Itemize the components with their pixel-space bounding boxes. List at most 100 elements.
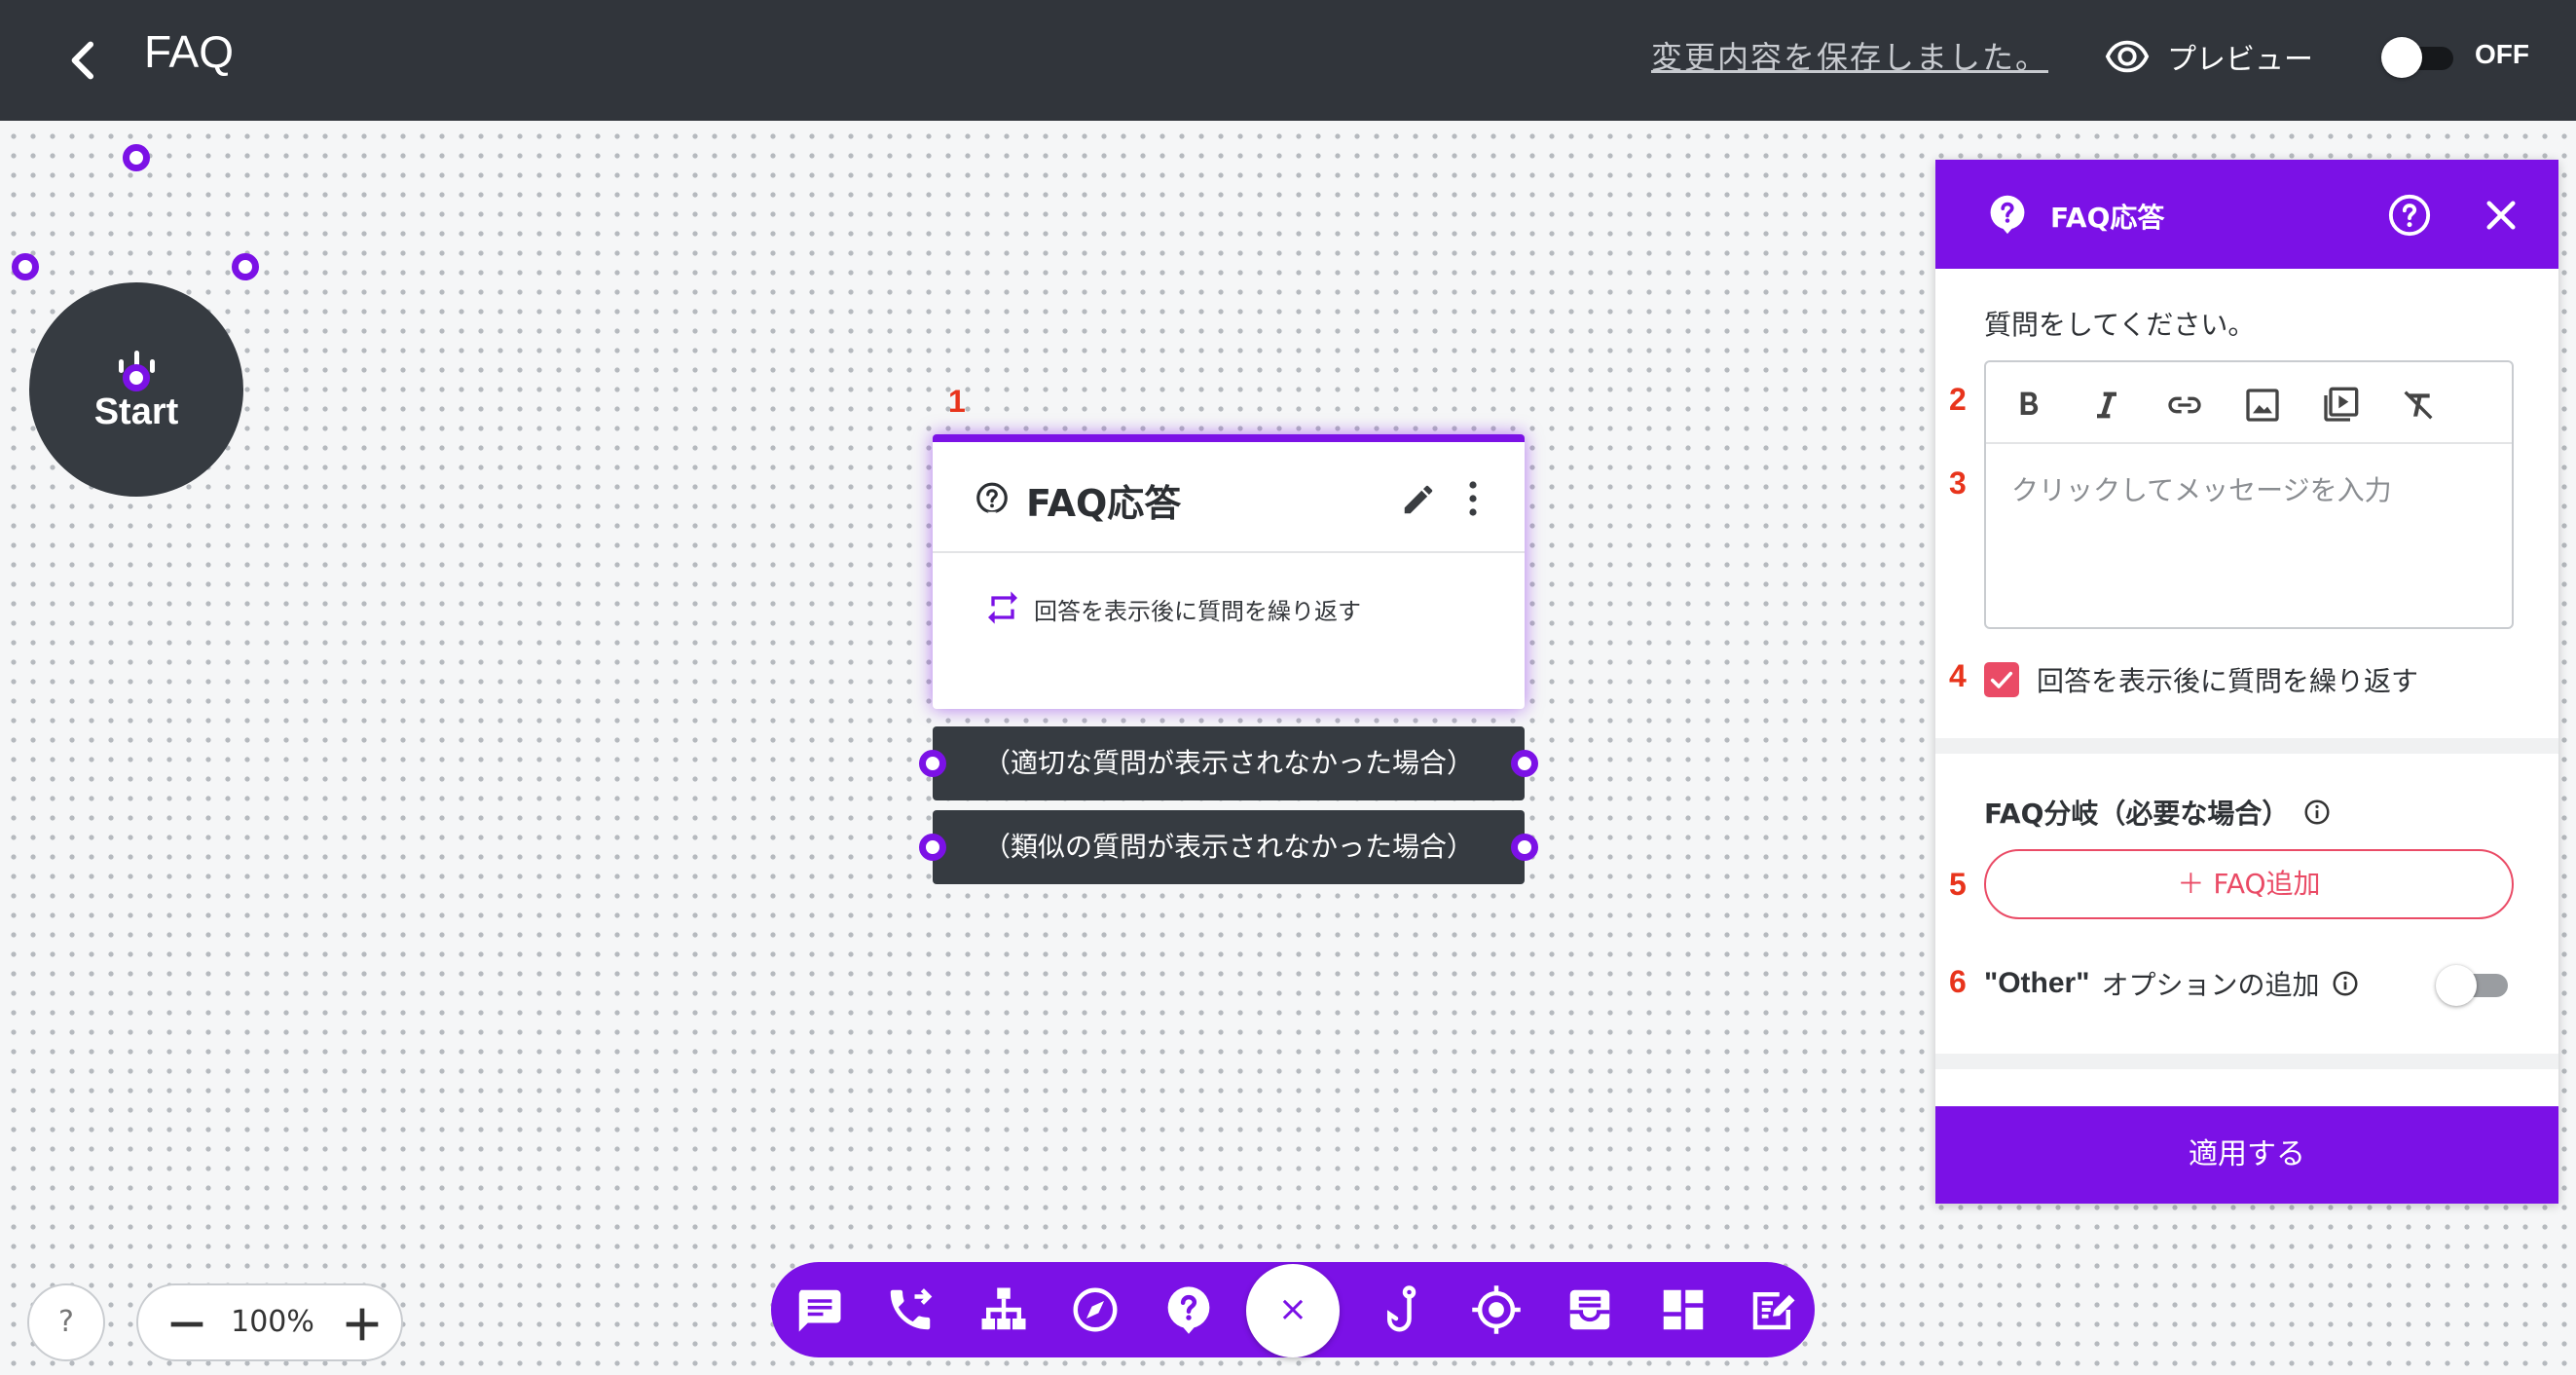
other-option-toggle[interactable] <box>2436 964 2510 1007</box>
hook-icon <box>1387 1285 1417 1332</box>
save-status-link[interactable]: 変更内容を保存しました。 <box>1651 33 2048 78</box>
inbox-icon <box>1569 1289 1610 1330</box>
repeat-question-label: 回答を表示後に質問を繰り返す <box>2037 665 2419 697</box>
faq-icon <box>1167 1286 1210 1334</box>
video-library-icon <box>2324 387 2359 422</box>
top-bar: FAQ 変更内容を保存しました。 プレビュー OFF <box>0 0 2576 121</box>
italic-icon <box>2097 391 2116 419</box>
italic-button[interactable] <box>2087 386 2126 425</box>
preview-label: プレビュー <box>2167 43 2313 77</box>
start-port-top[interactable] <box>123 144 150 171</box>
dashboard-icon <box>1663 1289 1704 1330</box>
dashboard-node-button[interactable] <box>1657 1283 1710 1336</box>
branch1-port-right[interactable] <box>1511 750 1538 777</box>
repeat-question-checkbox-row[interactable]: 回答を表示後に質問を繰り返す <box>1984 658 2418 701</box>
help-button[interactable]: ? <box>27 1283 105 1361</box>
form-edit-icon <box>1752 1292 1795 1330</box>
faq-node[interactable]: FAQ応答 回答を表示後に質問を繰り返す <box>933 434 1525 709</box>
faq-settings-panel: FAQ応答 質問をしてください。 2 3 クリックしてメッセージを入力 4 回答… <box>1935 160 2558 1204</box>
repeat-question-checkbox[interactable] <box>1984 662 2019 697</box>
message-icon <box>798 1289 841 1332</box>
info-icon[interactable] <box>2302 798 2332 827</box>
compass-icon <box>1073 1287 1118 1332</box>
target-icon <box>1472 1285 1521 1334</box>
form-node-button[interactable] <box>1747 1283 1799 1336</box>
branch-no-similar-question[interactable]: （類似の質問が表示されなかった場合） <box>933 810 1525 884</box>
apply-button[interactable]: 適用する <box>1935 1106 2558 1204</box>
page-title: FAQ <box>144 26 235 77</box>
faq-node-button[interactable] <box>1162 1283 1215 1336</box>
faq-branch-label-text: FAQ分岐（必要な場合） <box>1984 798 2290 830</box>
prompt-label: 質問をしてください。 <box>1984 309 2256 341</box>
editor-toolbar <box>1986 362 2512 444</box>
zoom-control: 100% <box>136 1283 403 1361</box>
annotation-number: 3 <box>1949 465 1967 501</box>
toggle-state-label: OFF <box>2475 39 2529 69</box>
faq-node-title: FAQ応答 <box>1026 482 1182 525</box>
branch-node-button[interactable] <box>977 1283 1030 1336</box>
other-option-row: "Other" オプションの追加 <box>1984 964 2360 1003</box>
section-divider <box>1935 738 2558 754</box>
inbox-node-button[interactable] <box>1564 1283 1616 1336</box>
faq-node-header: FAQ応答 <box>933 442 1525 553</box>
zoom-out-icon[interactable] <box>160 1297 214 1352</box>
link-button[interactable] <box>2165 386 2204 425</box>
check-icon <box>1990 671 2013 688</box>
video-button[interactable] <box>2321 386 2360 425</box>
hook-node-button[interactable] <box>1379 1283 1431 1336</box>
info-icon[interactable] <box>2331 969 2360 998</box>
start-port-right[interactable] <box>232 253 259 280</box>
question-circle-icon <box>976 482 1008 517</box>
message-editor <box>1984 360 2514 629</box>
tree-icon <box>981 1287 1026 1330</box>
more-vertical-icon[interactable] <box>1466 479 1480 518</box>
close-icon[interactable] <box>2481 195 2521 236</box>
preview-toggle[interactable] <box>2381 37 2455 78</box>
help-circle-icon[interactable] <box>2387 193 2432 238</box>
repeat-icon <box>988 591 1017 624</box>
bold-icon <box>2020 391 2039 415</box>
pencil-icon[interactable] <box>1400 481 1437 518</box>
annotation-number: 6 <box>1949 964 1967 999</box>
toggle-knob <box>2436 965 2477 1006</box>
bold-button[interactable] <box>2009 386 2048 425</box>
format-clear-icon <box>2404 390 2433 420</box>
repeat-text: 回答を表示後に質問を繰り返す <box>1034 598 1361 625</box>
faq-branch-section-label: FAQ分岐（必要な場合） <box>1984 793 2332 832</box>
message-input[interactable] <box>1988 446 2512 627</box>
other-option-quoted: "Other" <box>1984 967 2090 999</box>
phone-forward-icon <box>890 1288 933 1330</box>
panel-header: FAQ応答 <box>1935 160 2558 269</box>
annotation-number: 4 <box>1949 658 1967 693</box>
zoom-level: 100% <box>231 1305 314 1339</box>
zoom-in-icon[interactable] <box>335 1297 389 1352</box>
panel-title: FAQ応答 <box>2050 202 2165 234</box>
target-node-button[interactable] <box>1470 1283 1523 1336</box>
annotation-number: 1 <box>948 384 966 419</box>
toggle-knob <box>2381 37 2422 78</box>
call-transfer-node-button[interactable] <box>884 1283 937 1336</box>
start-label: Start <box>93 391 179 432</box>
chevron-left-icon <box>71 41 94 80</box>
node-toolbar: × <box>771 1262 1815 1357</box>
navigation-node-button[interactable] <box>1069 1283 1122 1336</box>
section-divider <box>1935 1054 2558 1069</box>
branch2-port-left[interactable] <box>919 834 946 861</box>
branch1-port-left[interactable] <box>919 750 946 777</box>
annotation-number: 2 <box>1949 382 1967 417</box>
close-toolbar-button[interactable]: × <box>1246 1264 1340 1357</box>
back-button[interactable] <box>56 33 111 88</box>
clear-format-button[interactable] <box>2399 386 2438 425</box>
start-port-left[interactable] <box>12 253 39 280</box>
link-icon <box>2168 396 2201 414</box>
other-option-label: オプションの追加 <box>2101 969 2320 1001</box>
preview-button[interactable]: プレビュー <box>2105 29 2313 84</box>
start-port-bottom[interactable] <box>123 364 150 391</box>
image-icon <box>2246 389 2279 422</box>
message-node-button[interactable] <box>792 1283 845 1336</box>
branch-no-appropriate-question[interactable]: （適切な質問が表示されなかった場合） <box>933 726 1525 800</box>
add-faq-button[interactable]: ＋ FAQ追加 <box>1984 849 2514 919</box>
branch2-port-right[interactable] <box>1511 834 1538 861</box>
image-button[interactable] <box>2243 386 2282 425</box>
faq-icon <box>1990 195 2025 235</box>
